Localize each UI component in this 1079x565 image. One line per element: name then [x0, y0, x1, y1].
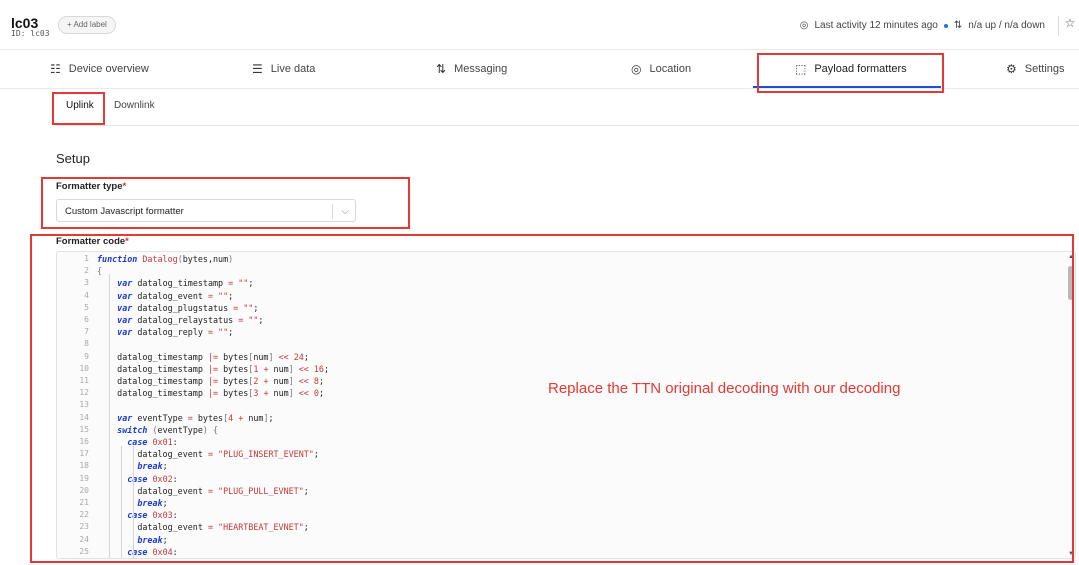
subtab-divider: [56, 125, 1079, 126]
gear-icon: ⚙: [1006, 62, 1017, 76]
star-icon: ☆: [1064, 16, 1076, 30]
tab-messaging[interactable]: ⇅ Messaging: [436, 62, 507, 76]
subtab-downlink[interactable]: Downlink: [114, 100, 155, 111]
activity-dot: [943, 23, 948, 28]
tab-location[interactable]: ◎ Location: [631, 62, 691, 76]
tab-label: Messaging: [454, 63, 508, 75]
add-label-button[interactable]: + Add label: [58, 16, 116, 34]
tab-settings[interactable]: ⚙ Settings: [1006, 62, 1065, 76]
tab-label: Location: [649, 63, 692, 75]
star-button[interactable]: ☆: [1058, 16, 1079, 36]
grid-icon: ☷: [50, 62, 61, 76]
activity-icon: ◎: [799, 20, 809, 31]
highlight-payload-formatters: [757, 53, 944, 93]
traffic-icon: ⇅: [953, 20, 963, 31]
highlight-formatter-code: [30, 234, 1074, 563]
activity-text: Last activity 12 minutes ago: [814, 20, 938, 31]
header-divider: [0, 49, 1079, 50]
tab-label: Settings: [1024, 63, 1065, 75]
tab-live-data[interactable]: ☰ Live data: [252, 62, 315, 76]
highlight-formatter-type: [41, 177, 410, 229]
setup-title: Setup: [56, 151, 90, 166]
tab-label: Device overview: [68, 63, 149, 75]
traffic-text: n/a up / n/a down: [968, 20, 1045, 31]
location-pin-icon: ◎: [631, 62, 642, 76]
tab-label: Live data: [270, 63, 316, 75]
tab-device-overview[interactable]: ☷ Device overview: [50, 62, 149, 76]
list-icon: ☰: [252, 62, 263, 76]
activity-status: ◎ Last activity 12 minutes ago ⇅ n/a up …: [800, 20, 1045, 31]
annotation-text: Replace the TTN original decoding with o…: [548, 380, 901, 397]
highlight-uplink: [52, 92, 105, 125]
arrows-updown-icon: ⇅: [436, 62, 447, 76]
device-id: ID: lc03: [11, 29, 50, 38]
